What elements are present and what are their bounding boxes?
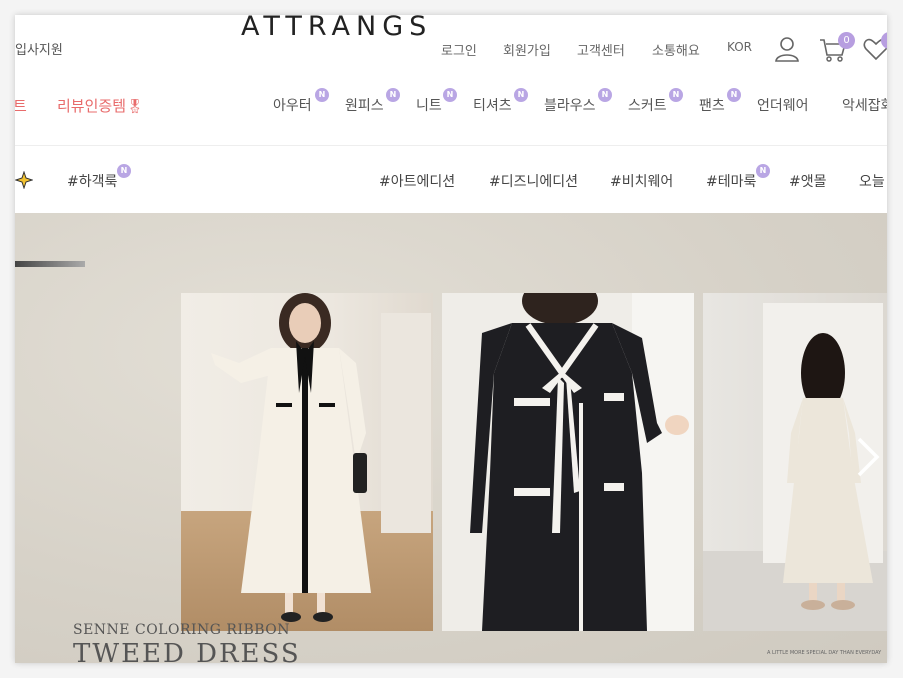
nav-item-pants[interactable]: 팬츠: [699, 95, 725, 115]
user-icon[interactable]: [775, 36, 799, 62]
new-badge: N: [117, 164, 131, 178]
new-badge: N: [669, 88, 683, 102]
tag-disney-edition[interactable]: #디즈니에디션: [489, 171, 578, 191]
tag-art-edition[interactable]: #아트에디션: [379, 171, 455, 191]
new-badge: N: [727, 88, 741, 102]
new-badge: N: [598, 88, 612, 102]
tag-atmall[interactable]: #앳몰: [789, 171, 827, 191]
chevron-right-icon[interactable]: [853, 435, 883, 479]
new-badge: N: [443, 88, 457, 102]
tag-today[interactable]: 오늘: [859, 171, 885, 191]
customer-center-link[interactable]: 고객센터: [577, 40, 625, 59]
decorative-bar: [15, 261, 85, 267]
community-link[interactable]: 소통해요: [652, 40, 700, 59]
banner-fineprint: A LITTLE MORE SPECIAL DAY THAN EVERYDAY: [767, 650, 882, 656]
nav-review-label: 리뷰인증템: [57, 97, 127, 115]
product-photo-2[interactable]: [442, 293, 694, 631]
medal-icon: 🎖: [126, 99, 144, 115]
nav-review-items[interactable]: 리뷰인증템🎖: [57, 95, 144, 116]
banner-subtitle: SENNE COLORING RIBBON: [73, 622, 291, 638]
nav-item-knit[interactable]: 니트: [416, 95, 442, 115]
dress-illustration: [442, 293, 694, 631]
language-select[interactable]: KOR: [727, 40, 752, 54]
tag-beachwear[interactable]: #비치웨어: [610, 171, 673, 191]
nav-item-blouse[interactable]: 블라우스: [544, 95, 596, 115]
nav-item-onepiece[interactable]: 원피스: [345, 95, 384, 115]
new-badge: N: [386, 88, 400, 102]
sparkle-icon: [15, 171, 33, 189]
login-link[interactable]: 로그인: [441, 40, 477, 59]
new-badge: N: [756, 164, 770, 178]
nav-item-underwear[interactable]: 언더웨어: [757, 95, 809, 115]
page-frame: 입사지원 ATTRANGS 로그인 회원가입 고객센터 소통해요 KOR 0 트…: [15, 15, 887, 663]
cart-count-badge: 0: [838, 32, 855, 49]
hero-banner[interactable]: SENNE COLORING RIBBON TWEED DRESS A LITT…: [15, 213, 887, 663]
hashtag-bar: #하객룩 N #아트에디션 #디즈니에디션 #비치웨어 #테마룩 N #앳몰 오…: [15, 146, 887, 213]
nav-event[interactable]: 트: [15, 95, 27, 116]
product-photo-1[interactable]: [181, 293, 433, 631]
main-nav: 트 리뷰인증템🎖 아우터 N 원피스 N 니트 N 티셔츠 N 블라우스 N 스…: [15, 88, 887, 121]
new-badge: N: [315, 88, 329, 102]
tag-theme-look[interactable]: #테마룩: [706, 171, 756, 191]
tag-wedding-guest[interactable]: #하객룩: [67, 171, 117, 191]
nav-item-outer[interactable]: 아우터: [273, 95, 312, 115]
signup-link[interactable]: 회원가입: [503, 40, 551, 59]
dress-illustration: [211, 293, 431, 622]
nav-item-tshirt[interactable]: 티셔츠: [473, 95, 512, 115]
banner-title: TWEED DRESS: [73, 639, 301, 663]
nav-item-accessories[interactable]: 악세잡화: [842, 95, 887, 115]
new-badge: N: [514, 88, 528, 102]
logo[interactable]: ATTRANGS: [241, 15, 432, 42]
recruit-link[interactable]: 입사지원: [15, 39, 63, 58]
nav-item-skirt[interactable]: 스커트: [628, 95, 667, 115]
